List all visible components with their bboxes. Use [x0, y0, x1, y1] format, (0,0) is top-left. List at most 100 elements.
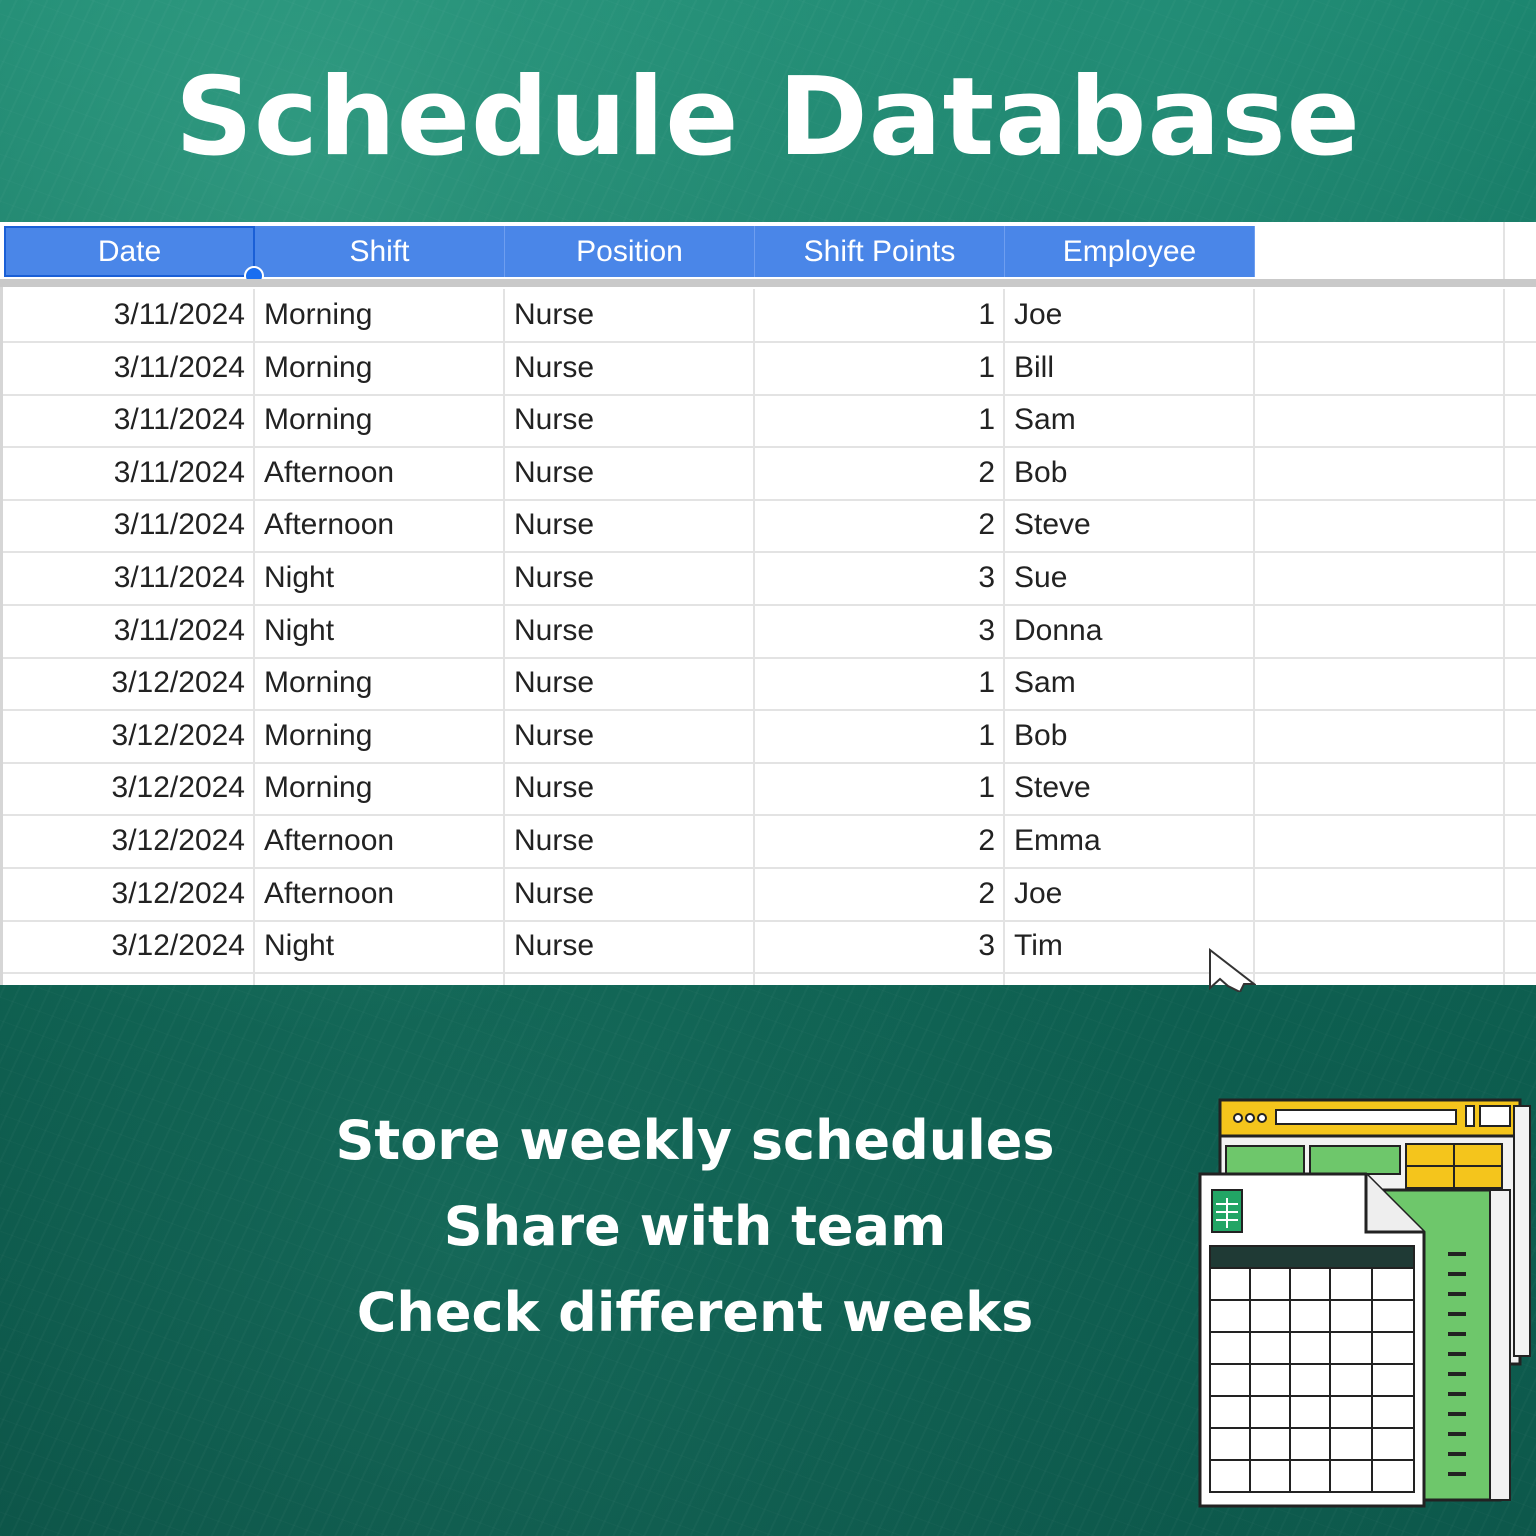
cell-shift-points[interactable]: 3 [755, 920, 1005, 973]
cell-empty[interactable] [1255, 341, 1505, 394]
cell-date[interactable]: 3/11/2024 [4, 499, 255, 552]
table-row: 3/11/2024 Night Nurse 3 Sue [0, 552, 1536, 606]
sheet-left-edge [0, 287, 3, 985]
cell-date[interactable]: 3/11/2024 [4, 341, 255, 394]
cell-shift[interactable]: Morning [255, 762, 505, 815]
cell-shift[interactable]: Afternoon [255, 867, 505, 920]
cell-shift-points[interactable] [755, 972, 1005, 985]
cell-shift-points[interactable]: 3 [755, 604, 1005, 657]
cell-shift[interactable]: Morning [255, 709, 505, 762]
cell-employee[interactable]: Emma [1005, 815, 1255, 867]
cell-employee[interactable]: Sam [1005, 394, 1255, 447]
cell-shift-points[interactable]: 2 [755, 499, 1005, 552]
feature-item: Share with team [443, 1195, 947, 1258]
cell-date[interactable]: 3/11/2024 [4, 446, 255, 499]
cell-shift-points[interactable]: 1 [755, 709, 1005, 762]
cell-date[interactable]: 3/11/2024 [4, 552, 255, 604]
cell-employee[interactable]: Joe [1005, 867, 1255, 920]
cell-date[interactable]: 3/12/2024 [4, 762, 255, 815]
cell-employee[interactable]: Joe [1005, 289, 1255, 341]
cell-shift[interactable]: Afternoon [255, 446, 505, 499]
cell-employee[interactable]: Steve [1005, 499, 1255, 552]
cell-position[interactable]: Nurse [505, 341, 755, 394]
table-row [0, 972, 1536, 985]
cell-employee[interactable]: Steve [1005, 762, 1255, 815]
cell-date[interactable]: 3/11/2024 [4, 394, 255, 447]
cell-shift[interactable]: Afternoon [255, 815, 505, 867]
cell-shift-points[interactable]: 3 [755, 552, 1005, 604]
cell-date[interactable] [4, 972, 255, 985]
header-empty-cell[interactable] [1255, 222, 1505, 279]
cell-empty[interactable] [1255, 394, 1505, 447]
cell-position[interactable]: Nurse [505, 552, 755, 604]
header-date[interactable]: Date [4, 226, 255, 277]
header-shift[interactable]: Shift [255, 226, 505, 277]
cell-shift-points[interactable]: 1 [755, 657, 1005, 710]
cell-empty[interactable] [1255, 709, 1505, 762]
table-row: 3/11/2024 Night Nurse 3 Donna [0, 604, 1536, 659]
cell-employee[interactable]: Donna [1005, 604, 1255, 657]
cell-empty[interactable] [1255, 972, 1505, 985]
cell-position[interactable]: Nurse [505, 446, 755, 499]
cell-empty[interactable] [1255, 815, 1505, 867]
cell-position[interactable]: Nurse [505, 762, 755, 815]
cell-shift-points[interactable]: 1 [755, 394, 1005, 447]
cell-position[interactable]: Nurse [505, 604, 755, 657]
cell-position[interactable]: Nurse [505, 867, 755, 920]
cell-date[interactable]: 3/12/2024 [4, 709, 255, 762]
cell-empty[interactable] [1255, 289, 1505, 341]
cell-shift-points[interactable]: 1 [755, 762, 1005, 815]
cell-empty[interactable] [1255, 552, 1505, 604]
header-shift-points[interactable]: Shift Points [755, 226, 1005, 277]
frozen-row-divider[interactable] [0, 279, 1536, 287]
cell-shift[interactable]: Morning [255, 341, 505, 394]
cell-shift[interactable]: Afternoon [255, 499, 505, 552]
cell-empty[interactable] [1255, 657, 1505, 710]
cell-empty[interactable] [1255, 762, 1505, 815]
cell-shift-points[interactable]: 2 [755, 867, 1005, 920]
cell-shift[interactable]: Morning [255, 289, 505, 341]
cell-position[interactable]: Nurse [505, 920, 755, 973]
cell-employee[interactable]: Sue [1005, 552, 1255, 604]
cell-empty[interactable] [1255, 604, 1505, 657]
cell-date[interactable]: 3/12/2024 [4, 815, 255, 867]
cell-position[interactable]: Nurse [505, 815, 755, 867]
cell-position[interactable] [505, 972, 755, 985]
cell-shift[interactable]: Night [255, 552, 505, 604]
cell-position[interactable]: Nurse [505, 657, 755, 710]
cell-shift[interactable]: Night [255, 604, 505, 657]
feature-item: Check different weeks [356, 1281, 1034, 1344]
mouse-cursor-icon [1209, 948, 1256, 992]
cell-empty[interactable] [1255, 446, 1505, 499]
cell-shift-points[interactable]: 1 [755, 289, 1005, 341]
cell-position[interactable]: Nurse [505, 289, 755, 341]
cell-shift-points[interactable]: 1 [755, 341, 1005, 394]
cell-employee[interactable]: Bob [1005, 446, 1255, 499]
spreadsheet[interactable]: Date Shift Position Shift Points Employe… [0, 222, 1536, 985]
cell-shift-points[interactable]: 2 [755, 815, 1005, 867]
cell-shift[interactable]: Night [255, 920, 505, 973]
cell-shift[interactable]: Morning [255, 394, 505, 447]
header-position[interactable]: Position [505, 226, 755, 277]
feature-item: Store weekly schedules [335, 1109, 1055, 1172]
cell-position[interactable]: Nurse [505, 709, 755, 762]
cell-position[interactable]: Nurse [505, 499, 755, 552]
table-row: 3/12/2024 Afternoon Nurse 2 Emma [0, 815, 1536, 869]
cell-shift[interactable] [255, 972, 505, 985]
header-employee[interactable]: Employee [1005, 226, 1255, 277]
cell-employee[interactable]: Bob [1005, 709, 1255, 762]
cell-date[interactable]: 3/12/2024 [4, 920, 255, 973]
cell-date[interactable]: 3/12/2024 [4, 867, 255, 920]
cell-position[interactable]: Nurse [505, 394, 755, 447]
cell-employee[interactable]: Bill [1005, 341, 1255, 394]
table-row: 3/11/2024 Morning Nurse 1 Bill [0, 341, 1536, 396]
cell-shift[interactable]: Morning [255, 657, 505, 710]
cell-date[interactable]: 3/11/2024 [4, 289, 255, 341]
cell-shift-points[interactable]: 2 [755, 446, 1005, 499]
cell-employee[interactable]: Sam [1005, 657, 1255, 710]
cell-date[interactable]: 3/11/2024 [4, 604, 255, 657]
cell-empty[interactable] [1255, 499, 1505, 552]
cell-empty[interactable] [1255, 867, 1505, 920]
cell-empty[interactable] [1255, 920, 1505, 973]
cell-date[interactable]: 3/12/2024 [4, 657, 255, 710]
